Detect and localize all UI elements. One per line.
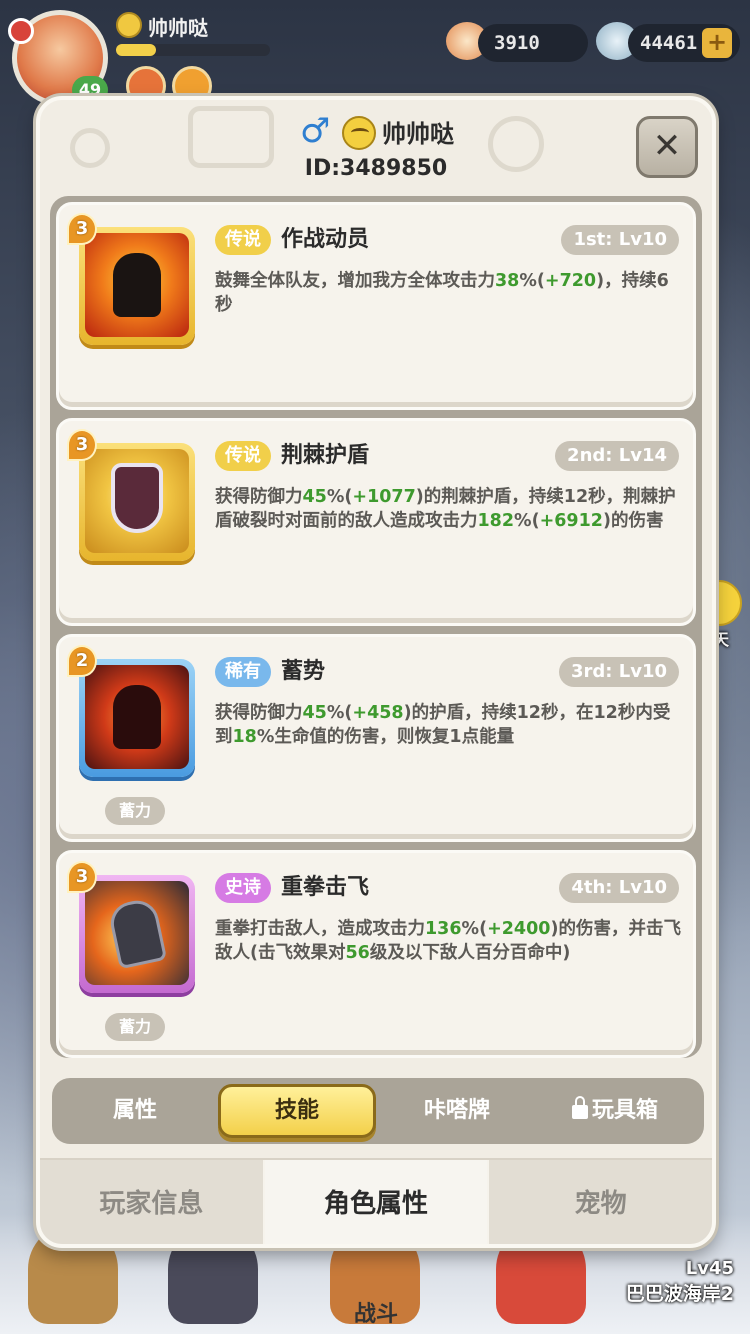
tab-pets[interactable]: 宠物 [489, 1160, 712, 1244]
top-hud: 49 帅帅哒 3910 44461 + [0, 0, 750, 110]
shell-count: 3910 [478, 24, 588, 62]
tab-cards[interactable]: 咔嗒牌 [382, 1084, 532, 1138]
skill-description: 获得防御力45%(+458)的护盾，持续12秒，在12秒内受到18%生命值的伤害… [215, 703, 671, 747]
male-gender-icon: ♂ [300, 111, 331, 151]
skill-name: 荆棘护盾 [281, 443, 370, 468]
tab-attributes[interactable]: 属性 [60, 1084, 210, 1138]
skill-star-badge: 3 [67, 429, 97, 461]
lock-icon [571, 1096, 588, 1119]
skill-name: 重拳击飞 [281, 875, 370, 900]
skill-slot-level: 2nd: Lv14 [555, 441, 679, 471]
name-emoji-icon [342, 116, 376, 150]
tab-skills[interactable]: 技能 [218, 1084, 376, 1138]
heavy-punch-icon [85, 881, 189, 985]
add-currency-button[interactable]: + [702, 28, 732, 58]
skill-slot-level: 3rd: Lv10 [558, 657, 679, 687]
skill-icon-frame[interactable] [79, 875, 195, 993]
sub-tab-bar: 属性 技能 咔嗒牌 玩具箱 [52, 1078, 704, 1144]
skill-name: 蓄势 [281, 659, 326, 684]
locked-area-tag[interactable]: Lv45 巴巴波海岸2 [626, 1258, 734, 1306]
hud-player-name: 帅帅哒 [148, 16, 208, 40]
skill-card[interactable]: 3 传说 荆棘护盾 2nd: Lv14 获得防御力45%(+1077)的荆棘护盾… [56, 418, 696, 626]
skill-description: 鼓舞全体队友，增加我方全体攻击力38%(+720)，持续6秒 [215, 271, 669, 315]
skill-card[interactable]: 2 蓄力 稀有 蓄势 3rd: Lv10 获得防御力45%(+458)的护盾，持… [56, 634, 696, 842]
charge-up-icon [85, 665, 189, 769]
player-name: 帅帅哒 [382, 120, 454, 148]
skill-description: 获得防御力45%(+1077)的荆棘护盾，持续12秒，荆棘护盾破裂时对面前的敌人… [215, 487, 676, 531]
skill-star-badge: 3 [67, 861, 97, 893]
modal-header: ♂ 帅帅哒 ID:3489850 ✕ [40, 100, 712, 196]
player-id: ID:3489850 [304, 156, 448, 181]
skill-name: 作战动员 [281, 227, 370, 252]
close-button[interactable]: ✕ [636, 116, 698, 178]
skill-icon-frame[interactable] [79, 659, 195, 777]
battle-mobilize-icon [85, 233, 189, 337]
skill-icon-frame[interactable] [79, 227, 195, 345]
skill-list[interactable]: 3 传说 作战动员 1st: Lv10 鼓舞全体队友，增加我方全体攻击力38%(… [50, 196, 702, 1058]
tab-toybox-label: 玩具箱 [591, 1098, 658, 1123]
tab-toybox[interactable]: 玩具箱 [540, 1084, 690, 1138]
charge-tag: 蓄力 [105, 1013, 165, 1041]
rarity-badge: 传说 [215, 225, 271, 255]
main-tab-bar: 玩家信息 角色属性 宠物 [40, 1158, 712, 1244]
locked-area-level: Lv45 [685, 1258, 734, 1279]
skill-star-badge: 3 [67, 213, 97, 245]
skill-slot-level: 1st: Lv10 [561, 225, 679, 255]
battle-label[interactable]: 战斗 [354, 1296, 398, 1328]
skill-card[interactable]: 3 传说 作战动员 1st: Lv10 鼓舞全体队友，增加我方全体攻击力38%(… [56, 202, 696, 410]
rarity-badge: 史诗 [215, 873, 271, 903]
skill-card[interactable]: 3 蓄力 史诗 重拳击飞 4th: Lv10 重拳打击敌人，造成攻击力136%(… [56, 850, 696, 1058]
skill-description: 重拳打击敌人，造成攻击力136%(+2400)的伤害，并击飞敌人(击飞效果对56… [215, 919, 681, 963]
tab-character-attributes[interactable]: 角色属性 [264, 1160, 490, 1244]
thorn-shield-icon [85, 449, 189, 553]
player-info-modal: ♂ 帅帅哒 ID:3489850 ✕ 3 传说 作战动员 1st: Lv10 鼓… [36, 96, 716, 1248]
skill-icon-frame[interactable] [79, 443, 195, 561]
tab-player-info[interactable]: 玩家信息 [40, 1160, 265, 1244]
rarity-badge: 稀有 [215, 657, 271, 687]
rarity-badge: 传说 [215, 441, 271, 471]
locked-area-name: 巴巴波海岸2 [625, 1283, 734, 1305]
skill-slot-level: 4th: Lv10 [559, 873, 679, 903]
skill-star-badge: 2 [67, 645, 97, 677]
name-emoji-icon [116, 12, 142, 38]
avatar-badge-icon [8, 18, 34, 44]
hud-exp-bar [116, 44, 270, 56]
charge-tag: 蓄力 [105, 797, 165, 825]
